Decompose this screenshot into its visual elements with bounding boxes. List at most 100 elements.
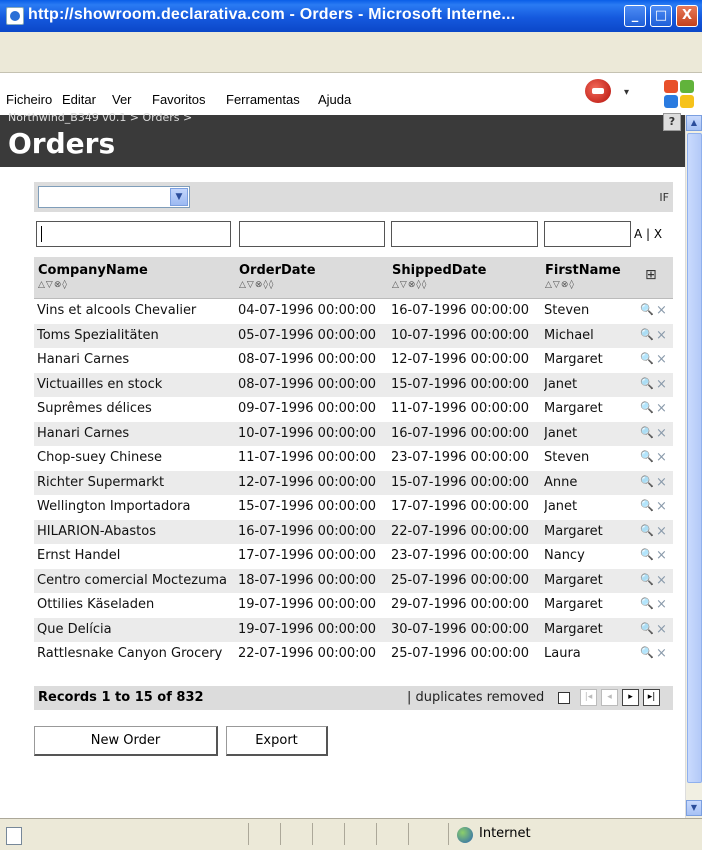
scrollbar-thumb[interactable] (687, 133, 702, 783)
edit-icon[interactable]: 🔍 (640, 524, 654, 537)
edit-icon[interactable]: 🔍 (640, 597, 654, 610)
edit-icon[interactable]: 🔍 (640, 377, 654, 390)
chevron-down-icon[interactable]: ▼ (170, 188, 188, 206)
filter-select[interactable]: ▼ (38, 186, 190, 208)
delete-icon[interactable]: × (656, 377, 667, 392)
chevron-down-icon[interactable]: ▾ (624, 87, 629, 98)
previous-page-icon[interactable]: ◂ (601, 689, 618, 706)
edit-icon[interactable]: 🔍 (640, 401, 654, 414)
orderdate-filter-input[interactable] (239, 221, 385, 247)
vertical-scrollbar[interactable]: ▲ ▼ (685, 115, 702, 818)
menu-help[interactable]: Ajuda (318, 92, 351, 107)
delete-icon[interactable]: × (656, 573, 667, 588)
table-row[interactable]: Ottilies Käseladen 19-07-1996 00:00:00 29-… (34, 593, 673, 617)
column-header-shippeddate[interactable]: ShippedDate △▽⊗◊◊ (388, 257, 541, 299)
table-row[interactable]: HILARION-Abastos 16-07-1996 00:00:00 22-07… (34, 519, 673, 544)
column-chooser-icon[interactable]: ⊞ (645, 267, 657, 283)
table-row[interactable]: Centro comercial Moctezuma 18-07-1996 00:… (34, 568, 673, 593)
scroll-down-icon[interactable]: ▼ (686, 800, 702, 816)
menu-favorites[interactable]: Favoritos (152, 92, 205, 107)
grid-footer: Records 1 to 15 of 832 | duplicates remo… (34, 686, 673, 710)
pdf-icon[interactable] (585, 79, 611, 103)
cell-shippeddate: 12-07-1996 00:00:00 (391, 352, 530, 367)
duplicates-removed-checkbox[interactable] (558, 692, 570, 704)
table-row[interactable]: Hanari Carnes 10-07-1996 00:00:00 16-07-19… (34, 421, 673, 446)
column-label[interactable]: CompanyName (38, 263, 148, 278)
edit-icon[interactable]: 🔍 (640, 303, 654, 316)
delete-icon[interactable]: × (656, 401, 667, 416)
column-header-companyname[interactable]: CompanyName △▽⊗◊ (34, 257, 235, 299)
column-header-firstname[interactable]: FirstName △▽⊗◊ (541, 257, 633, 299)
edit-icon[interactable]: 🔍 (640, 622, 654, 635)
status-bar: Internet (0, 818, 702, 850)
table-row[interactable]: Hanari Carnes 08-07-1996 00:00:00 12-07-19… (34, 348, 673, 372)
cell-companyname: Centro comercial Moctezuma (37, 572, 227, 588)
sort-controls-icon[interactable]: △▽⊗◊◊ (392, 280, 427, 290)
delete-icon[interactable]: × (656, 303, 667, 318)
table-row[interactable]: Richter Supermarkt 12-07-1996 00:00:00 15-… (34, 470, 673, 495)
delete-icon[interactable]: × (656, 352, 667, 367)
edit-icon[interactable]: 🔍 (640, 352, 654, 365)
delete-icon[interactable]: × (656, 524, 667, 539)
sort-controls-icon[interactable]: △▽⊗◊ (38, 280, 68, 290)
close-button[interactable]: X (676, 5, 698, 27)
table-row[interactable]: Ernst Handel 17-07-1996 00:00:00 23-07-199… (34, 544, 673, 568)
edit-icon[interactable]: 🔍 (640, 548, 654, 561)
cell-companyname: Ottilies Käseladen (37, 597, 155, 612)
table-row[interactable]: Chop-suey Chinese 11-07-1996 00:00:00 23-0… (34, 446, 673, 470)
filter-apply-clear[interactable]: A | X (634, 227, 662, 241)
delete-icon[interactable]: × (656, 597, 667, 612)
column-label[interactable]: OrderDate (239, 263, 316, 278)
delete-icon[interactable]: × (656, 548, 667, 563)
firstname-filter-input[interactable] (544, 221, 631, 247)
sort-controls-icon[interactable]: △▽⊗◊ (545, 280, 575, 290)
first-page-icon[interactable]: |◂ (580, 689, 597, 706)
edit-icon[interactable]: 🔍 (640, 573, 654, 586)
company-filter-input[interactable] (36, 221, 231, 247)
column-label[interactable]: FirstName (545, 263, 621, 278)
table-row[interactable]: Que Delícia 19-07-1996 00:00:00 30-07-1996… (34, 617, 673, 642)
table-row[interactable]: Rattlesnake Canyon Grocery 22-07-1996 00:… (34, 642, 673, 666)
menu-file[interactable]: Ficheiro (6, 92, 52, 107)
menu-view[interactable]: Ver (112, 92, 132, 107)
table-row[interactable]: Vins et alcools Chevalier 04-07-1996 00:0… (34, 299, 673, 323)
if-label[interactable]: IF (659, 191, 669, 204)
sort-controls-icon[interactable]: △▽⊗◊◊ (239, 280, 274, 290)
window-titlebar[interactable]: http://showroom.declarativa.com - Orders… (0, 0, 702, 32)
delete-icon[interactable]: × (656, 450, 667, 465)
minimize-button[interactable]: _ (624, 5, 646, 27)
column-header-orderdate[interactable]: OrderDate △▽⊗◊◊ (235, 257, 388, 299)
delete-icon[interactable]: × (656, 426, 667, 441)
export-button[interactable]: Export (226, 726, 328, 756)
breadcrumb[interactable]: Northwind_B349 v0.1 > Orders > (8, 111, 192, 124)
cell-orderdate: 04-07-1996 00:00:00 (238, 303, 377, 318)
last-page-icon[interactable]: ▸| (643, 689, 660, 706)
status-divider (376, 823, 377, 845)
menu-edit[interactable]: Editar (62, 92, 96, 107)
edit-icon[interactable]: 🔍 (640, 499, 654, 512)
menu-tools[interactable]: Ferramentas (226, 92, 300, 107)
scroll-up-icon[interactable]: ▲ (686, 115, 702, 131)
edit-icon[interactable]: 🔍 (640, 426, 654, 439)
edit-icon[interactable]: 🔍 (640, 646, 654, 659)
delete-icon[interactable]: × (656, 475, 667, 490)
table-row[interactable]: Victuailles en stock 08-07-1996 00:00:00 1… (34, 372, 673, 397)
delete-icon[interactable]: × (656, 328, 667, 343)
table-row[interactable]: Wellington Importadora 15-07-1996 00:00:0… (34, 495, 673, 519)
edit-icon[interactable]: 🔍 (640, 475, 654, 488)
help-icon[interactable]: ? (663, 113, 681, 131)
table-row[interactable]: Toms Spezialitäten 05-07-1996 00:00:00 10-… (34, 323, 673, 348)
edit-icon[interactable]: 🔍 (640, 450, 654, 463)
delete-icon[interactable]: × (656, 622, 667, 637)
cell-shippeddate: 16-07-1996 00:00:00 (391, 303, 530, 318)
next-page-icon[interactable]: ▸ (622, 689, 639, 706)
maximize-button[interactable]: □ (650, 5, 672, 27)
delete-icon[interactable]: × (656, 499, 667, 514)
new-order-button[interactable]: New Order (34, 726, 218, 756)
table-row[interactable]: Suprêmes délices 09-07-1996 00:00:00 11-07… (34, 397, 673, 421)
delete-icon[interactable]: × (656, 646, 667, 661)
edit-icon[interactable]: 🔍 (640, 328, 654, 341)
column-header-actions[interactable]: ⊞ (633, 257, 673, 299)
shippeddate-filter-input[interactable] (391, 221, 538, 247)
column-label[interactable]: ShippedDate (392, 263, 486, 278)
